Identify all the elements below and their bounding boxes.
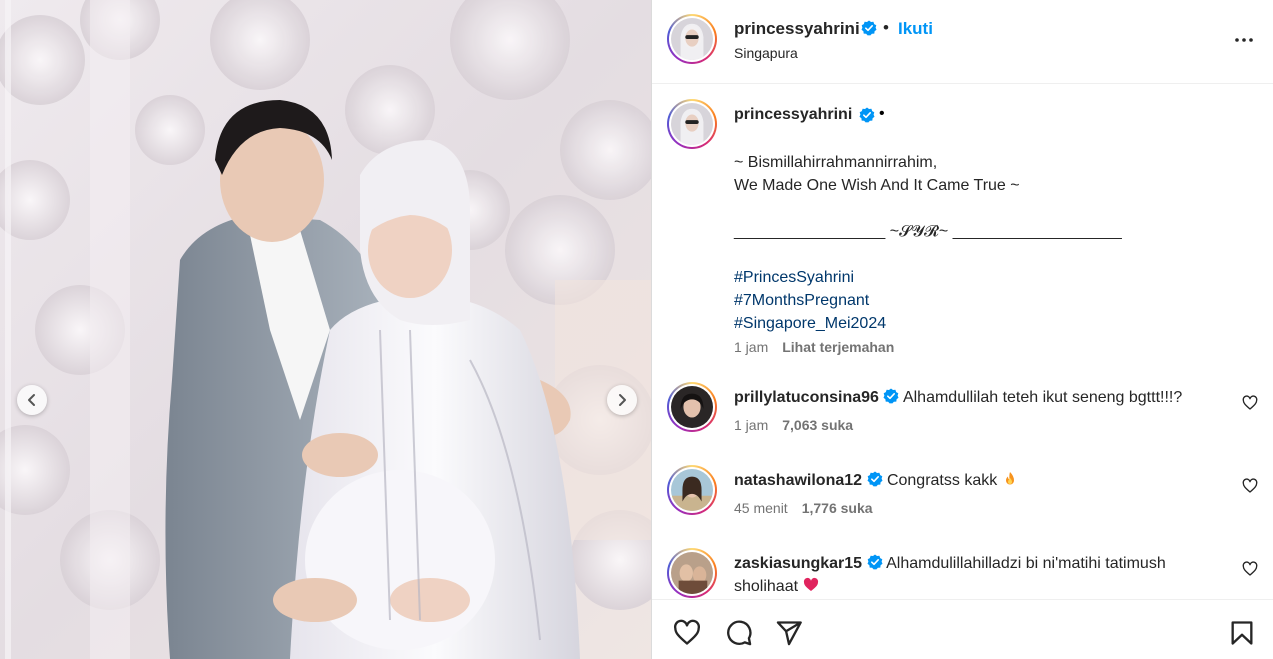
comment-like-count[interactable]: 1,776 suka: [802, 500, 873, 516]
comment-body: natashawilona12 Congratss kakk: [734, 469, 1224, 492]
caption-author-avatar[interactable]: [667, 99, 717, 149]
instagram-post: princessyahrini • Ikuti Singapura prince…: [0, 0, 1273, 659]
comment-body: prillylatuconsina96 Alhamdullilah teteh …: [734, 386, 1224, 409]
commenter-username[interactable]: zaskiasungkar15: [734, 555, 862, 572]
post-photo: [0, 0, 651, 659]
verified-badge-icon: [861, 20, 877, 37]
chevron-left-icon: [28, 394, 35, 406]
bookmark-icon[interactable]: [1228, 619, 1256, 647]
comment-text: Congratss kakk: [886, 472, 998, 489]
caption-line: ~ Bismillahirrahmannirrahim,: [734, 154, 938, 171]
follow-button[interactable]: Ikuti: [898, 19, 933, 39]
commenter-username[interactable]: prillylatuconsina96: [734, 389, 879, 406]
more-horizontal-icon[interactable]: [1232, 28, 1256, 52]
author-username[interactable]: princessyahrini: [734, 19, 860, 39]
comment-meta: 1 jam 7,063 suka: [734, 417, 853, 433]
author-avatar[interactable]: [667, 14, 717, 64]
send-icon[interactable]: [775, 619, 803, 647]
verified-badge-icon: [883, 388, 899, 404]
caption-line: _________________ ~𝓢𝓨𝓡~ ________________…: [734, 223, 1122, 240]
like-comment-heart-icon[interactable]: [1242, 395, 1258, 411]
hashtag-link[interactable]: #7MonthsPregnant: [734, 289, 1234, 312]
post-header: princessyahrini • Ikuti Singapura: [652, 0, 1273, 84]
verified-badge-icon: [859, 107, 875, 124]
caption-meta: 1 jam Lihat terjemahan: [734, 339, 894, 355]
post-action-bar: [652, 599, 1273, 659]
next-media-button[interactable]: [607, 385, 637, 415]
caption-text: ~ Bismillahirrahmannirrahim, We Made One…: [734, 151, 1234, 335]
previous-media-button[interactable]: [17, 385, 47, 415]
like-comment-heart-icon[interactable]: [1242, 478, 1258, 494]
hashtag-link[interactable]: #PrincesSyahrini: [734, 266, 1234, 289]
heart-icon[interactable]: [673, 619, 701, 647]
caption-line: [734, 197, 1234, 220]
like-comment-heart-icon[interactable]: [1242, 561, 1258, 577]
verified-badge-icon: [867, 471, 882, 487]
post-location[interactable]: Singapura: [734, 45, 798, 61]
commenter-avatar[interactable]: [667, 548, 717, 598]
comments-section[interactable]: princessyahrini • ~ Bismillahirrahmannir…: [652, 84, 1273, 599]
caption-username[interactable]: princessyahrini: [734, 106, 852, 124]
comment-icon[interactable]: [725, 619, 753, 647]
see-translation-button[interactable]: Lihat terjemahan: [782, 339, 894, 355]
comment-timestamp[interactable]: 1 jam: [734, 417, 768, 433]
caption-line: We Made One Wish And It Came True ~: [734, 177, 1020, 194]
comment-meta: 45 menit 1,776 suka: [734, 500, 873, 516]
comment-body: zaskiasungkar15 Alhamdulillahilladzi bi …: [734, 552, 1224, 598]
separator-dot: •: [879, 105, 885, 122]
caption-line: [734, 243, 1234, 266]
commenter-username[interactable]: natashawilona12: [734, 472, 862, 489]
comment-text: Alhamdullilah teteh ikut seneng bgttt!!!…: [902, 389, 1183, 406]
post-media[interactable]: [0, 0, 651, 659]
post-details-panel: princessyahrini • Ikuti Singapura prince…: [651, 0, 1273, 659]
comment-timestamp[interactable]: 45 menit: [734, 500, 788, 516]
verified-badge-icon: [867, 554, 883, 570]
comment-like-count[interactable]: 7,063 suka: [782, 417, 853, 433]
caption-timestamp[interactable]: 1 jam: [734, 339, 768, 355]
commenter-avatar[interactable]: [667, 382, 717, 432]
chevron-right-icon: [619, 394, 626, 406]
commenter-avatar[interactable]: [667, 465, 717, 515]
separator-dot: •: [883, 18, 889, 37]
hashtag-link[interactable]: #Singapore_Mei2024: [734, 312, 1234, 335]
red-heart-emoji-icon: [803, 577, 818, 591]
fire-emoji-icon: [1005, 472, 1014, 485]
